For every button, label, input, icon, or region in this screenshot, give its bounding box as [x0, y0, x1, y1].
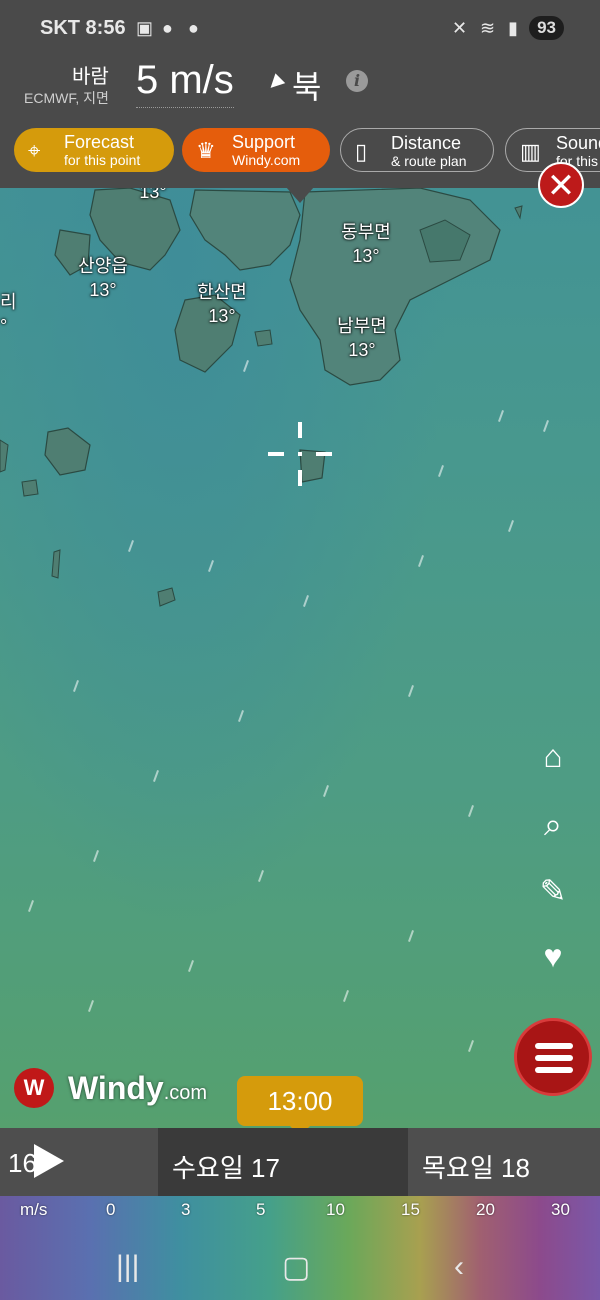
recent-apps-icon[interactable]: |||	[116, 1250, 139, 1284]
pointer-notch	[286, 187, 314, 203]
timeline-selected-day[interactable]: 수요일 17	[172, 1148, 280, 1185]
crosshair-icon	[268, 422, 332, 486]
windy-logo-icon: W	[14, 1068, 54, 1108]
screenshot-icon: ▣	[136, 18, 154, 38]
mute-icon: ✕	[452, 18, 468, 38]
map-label-nambu: 남부면 13°	[337, 316, 387, 360]
home-nav-icon[interactable]: ▢	[282, 1250, 310, 1285]
overlay-header[interactable]: 바람 ECMWF, 지면 5 m/s ◀ 북 i	[0, 50, 600, 120]
bar-chart-icon: ▥	[520, 139, 541, 164]
map-label-edge: 리 °	[0, 292, 17, 336]
menu-button[interactable]	[514, 1018, 592, 1096]
layer-name[interactable]: 바람	[72, 60, 109, 89]
legend-value: 10	[326, 1200, 345, 1219]
search-icon[interactable]: ⌕	[530, 806, 576, 844]
home-icon[interactable]: ⌂	[530, 738, 576, 775]
map-label-dongbu: 동부면 13°	[341, 222, 391, 266]
legend-value: 5	[256, 1200, 266, 1219]
facebook-icon: ●	[188, 18, 199, 38]
action-button-bar: ⌖ Forecast for this point ♛ Support Wind…	[0, 120, 600, 188]
timeline-bar[interactable]: 16 수요일 17 목요일 18	[0, 1128, 600, 1196]
signal-icon: ▮	[508, 18, 518, 38]
legend-value: 15	[401, 1200, 420, 1219]
wifi-icon: ≋	[480, 18, 496, 38]
forecast-button[interactable]: ⌖ Forecast for this point	[14, 128, 174, 172]
ruler-icon: ▯	[355, 139, 368, 164]
status-time: SKT 8:56	[40, 17, 126, 39]
back-icon[interactable]: ‹	[454, 1250, 464, 1284]
info-icon[interactable]: i	[346, 70, 368, 92]
legend-unit: m/s	[20, 1200, 48, 1219]
legend-value: 20	[476, 1200, 495, 1219]
wind-value[interactable]: 5 m/s	[136, 58, 234, 108]
target-icon: ⌖	[28, 138, 41, 163]
wind-direction: 북	[292, 69, 322, 105]
wind-direction-arrow-icon: ◀	[262, 70, 287, 95]
play-icon[interactable]	[34, 1144, 64, 1178]
map-label-sanyang: 산양읍 13°	[78, 256, 128, 300]
timeline-prev-day[interactable]: 16	[8, 1148, 37, 1179]
crown-icon: ♛	[196, 138, 216, 163]
time-bubble[interactable]: 13:00	[237, 1076, 363, 1136]
pin-icon[interactable]: ✎	[530, 872, 576, 910]
legend-value: 0	[106, 1200, 116, 1219]
legend-value: 3	[181, 1200, 191, 1219]
heart-icon[interactable]: ♥	[530, 938, 576, 975]
timeline-next-day[interactable]: 목요일 18	[422, 1148, 530, 1185]
system-nav-bar: ||| ▢ ‹	[0, 1240, 600, 1300]
close-button[interactable]: ✕	[538, 162, 584, 208]
facebook-icon: ●	[162, 18, 173, 38]
distance-button[interactable]: ▯ Distance & route plan	[340, 128, 494, 172]
layer-source[interactable]: ECMWF, 지면	[24, 88, 109, 108]
legend-value: 30	[551, 1200, 570, 1219]
support-button[interactable]: ♛ Support Windy.com	[182, 128, 330, 172]
battery-indicator: 93	[529, 16, 564, 40]
map-label-hansan: 한산면 13°	[197, 282, 247, 326]
